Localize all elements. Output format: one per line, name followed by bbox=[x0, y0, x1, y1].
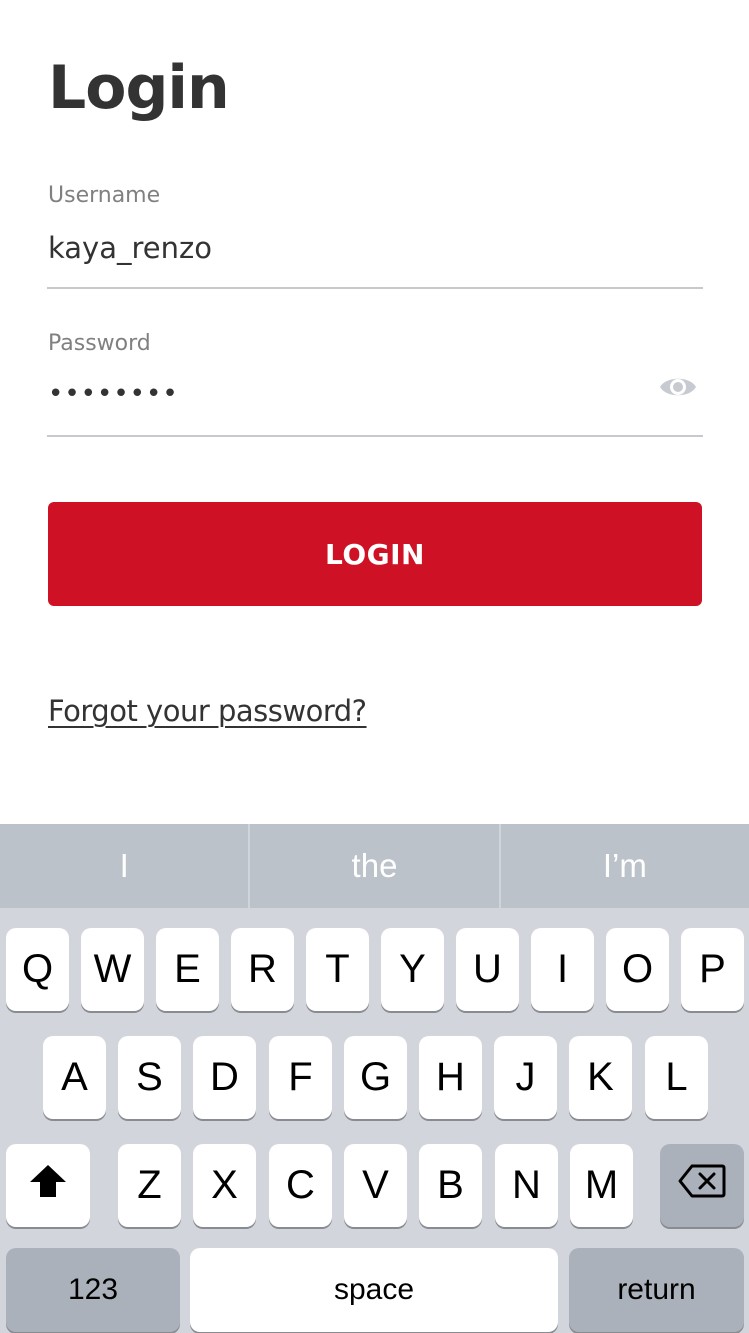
key-g[interactable]: G bbox=[344, 1036, 407, 1119]
username-label: Username bbox=[48, 183, 161, 208]
key-u[interactable]: U bbox=[456, 928, 519, 1011]
key-j[interactable]: J bbox=[494, 1036, 557, 1119]
forgot-password-link[interactable]: Forgot your password? bbox=[48, 694, 367, 728]
backspace-key[interactable] bbox=[660, 1144, 744, 1227]
key-c[interactable]: C bbox=[269, 1144, 332, 1227]
key-s[interactable]: S bbox=[118, 1036, 181, 1119]
username-field[interactable]: Username kaya_renzo bbox=[47, 180, 703, 292]
key-n[interactable]: N bbox=[495, 1144, 558, 1227]
key-l[interactable]: L bbox=[645, 1036, 708, 1119]
key-f[interactable]: F bbox=[269, 1036, 332, 1119]
shift-key[interactable] bbox=[6, 1144, 90, 1227]
password-input[interactable]: •••••••• bbox=[48, 379, 179, 409]
username-input[interactable]: kaya_renzo bbox=[48, 231, 212, 265]
password-field[interactable]: Password •••••••• bbox=[47, 328, 703, 440]
key-k[interactable]: K bbox=[569, 1036, 632, 1119]
key-y[interactable]: Y bbox=[381, 928, 444, 1011]
key-b[interactable]: B bbox=[419, 1144, 482, 1227]
suggestion-item[interactable]: I’m bbox=[501, 824, 749, 908]
username-underline bbox=[47, 287, 703, 289]
numbers-key[interactable]: 123 bbox=[6, 1248, 180, 1332]
suggestion-item[interactable]: the bbox=[250, 824, 498, 908]
login-button[interactable]: LOGIN bbox=[48, 502, 702, 606]
password-underline bbox=[47, 435, 703, 437]
key-t[interactable]: T bbox=[306, 928, 369, 1011]
key-z[interactable]: Z bbox=[118, 1144, 181, 1227]
password-label: Password bbox=[48, 331, 151, 356]
key-h[interactable]: H bbox=[419, 1036, 482, 1119]
key-p[interactable]: P bbox=[681, 928, 744, 1011]
keyboard: I the I’m QWERTYUIOPASDFGHJKLZXCVBNM 123… bbox=[0, 824, 749, 1333]
key-w[interactable]: W bbox=[81, 928, 144, 1011]
key-d[interactable]: D bbox=[193, 1036, 256, 1119]
key-a[interactable]: A bbox=[43, 1036, 106, 1119]
page-title: Login bbox=[48, 53, 230, 123]
key-v[interactable]: V bbox=[344, 1144, 407, 1227]
key-i[interactable]: I bbox=[531, 928, 594, 1011]
suggestion-item[interactable]: I bbox=[0, 824, 248, 908]
key-o[interactable]: O bbox=[606, 928, 669, 1011]
eye-icon[interactable] bbox=[659, 372, 697, 402]
shift-icon bbox=[28, 1163, 68, 1209]
space-key[interactable]: space bbox=[190, 1248, 558, 1332]
suggestion-bar: I the I’m bbox=[0, 824, 749, 908]
key-x[interactable]: X bbox=[193, 1144, 256, 1227]
backspace-icon bbox=[678, 1163, 726, 1208]
key-m[interactable]: M bbox=[570, 1144, 633, 1227]
return-key[interactable]: return bbox=[569, 1248, 744, 1332]
key-e[interactable]: E bbox=[156, 928, 219, 1011]
key-q[interactable]: Q bbox=[6, 928, 69, 1011]
key-r[interactable]: R bbox=[231, 928, 294, 1011]
